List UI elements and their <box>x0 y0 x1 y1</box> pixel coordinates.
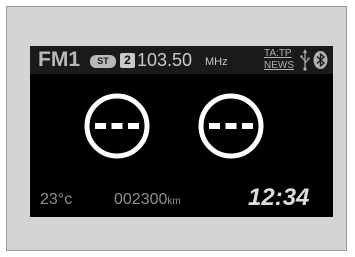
frequency-unit: MHz <box>205 56 228 68</box>
usb-icon <box>300 49 310 71</box>
stereo-badge: ST <box>90 55 116 68</box>
bluetooth-icon <box>313 51 328 69</box>
left-gauge <box>83 92 151 160</box>
radio-band: FM1 <box>38 48 80 71</box>
odometer-value: 002300 <box>114 191 168 208</box>
outside-temperature: 23°c <box>40 191 73 208</box>
odometer-unit: km <box>167 196 181 207</box>
right-gauge <box>197 92 265 160</box>
ta-tp-indicator: TA:TP <box>264 48 292 59</box>
preset-number: 2 <box>120 53 135 68</box>
news-indicator: NEWS <box>264 60 294 71</box>
odometer: 002300km <box>114 190 181 212</box>
clock: 12:34 <box>248 184 310 211</box>
instrument-display: FM1 ST 2 103.50 MHz TA:TP NEWS 23°c 0023… <box>30 46 333 217</box>
audio-status-bar: FM1 ST 2 103.50 MHz TA:TP NEWS <box>30 46 333 74</box>
radio-frequency: 103.50 <box>137 50 193 70</box>
